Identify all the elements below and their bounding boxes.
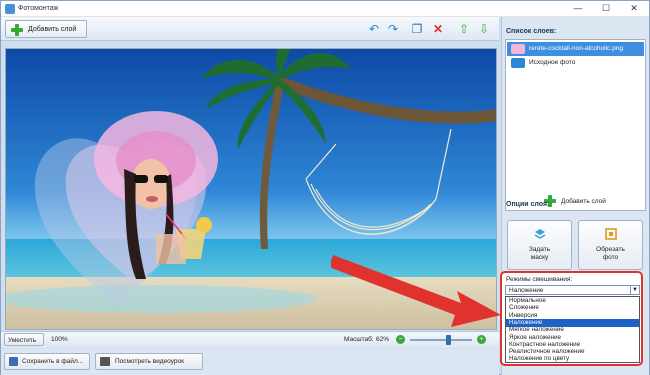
title-bar: Фотомонтаж — ☐ ✕ xyxy=(1,1,649,17)
redo-icon[interactable]: ↷ xyxy=(386,22,400,36)
add-layer-panel-label: Добавить слой xyxy=(561,198,606,205)
move-down-icon[interactable]: ⇩ xyxy=(477,22,491,36)
video-icon xyxy=(100,357,110,366)
app-window: Фотомонтаж — ☐ ✕ Добавить слой ↶ ↷ ❐ ✕ ⇧… xyxy=(0,0,650,375)
layers-list[interactable]: rerete-cocktail-non-alcoholic.png Исходн… xyxy=(505,39,646,211)
zoom-out-icon[interactable]: − xyxy=(396,335,405,344)
chevron-down-icon[interactable]: ▼ xyxy=(630,286,639,294)
options-title: Опции слоя: xyxy=(506,201,550,208)
zoom-slider-track[interactable] xyxy=(410,339,472,341)
bottom-bar: Сохранить в файл... Посмотреть видеоурок xyxy=(1,349,499,375)
scale-value: 62% xyxy=(376,336,390,343)
layer-item-original[interactable]: Исходное фото xyxy=(507,56,644,70)
set-mask-button[interactable]: Задать маску xyxy=(507,220,572,270)
blend-option[interactable]: Наложение по цвету xyxy=(506,355,639,363)
window-title: Фотомонтаж xyxy=(18,5,59,12)
blend-mode-list[interactable]: Нормальное Сложение Инверсия Наложение М… xyxy=(505,296,640,363)
watch-video-button[interactable]: Посмотреть видеоурок xyxy=(95,353,203,370)
add-layer-panel-button[interactable]: Добавить слой xyxy=(544,195,614,209)
app-logo-icon xyxy=(5,4,15,14)
fit-button[interactable]: Уместить xyxy=(4,333,44,346)
add-layer-button[interactable]: Добавить слой xyxy=(5,20,87,38)
copy-icon[interactable]: ❐ xyxy=(410,22,424,36)
add-layer-label: Добавить слой xyxy=(28,26,77,33)
layer-name: rerete-cocktail-non-alcoholic.png xyxy=(529,45,623,52)
mask-label-2: маску xyxy=(530,254,549,261)
mask-icon xyxy=(533,227,547,241)
actual-size-button[interactable]: 100% xyxy=(51,336,68,343)
crop-label-2: фото xyxy=(602,254,619,261)
main-toolbar: Добавить слой ↶ ↷ ❐ ✕ ⇧ ⇩ xyxy=(1,17,499,41)
blend-mode-panel: Режимы смешивания: Наложение ▼ Нормально… xyxy=(500,271,643,366)
crop-photo-button[interactable]: Обрезать фото xyxy=(578,220,643,270)
undo-icon[interactable]: ↶ xyxy=(367,22,381,36)
save-icon xyxy=(9,357,18,366)
plus-icon xyxy=(11,24,23,36)
crop-label-1: Обрезать xyxy=(596,246,625,253)
annotation-arrow xyxy=(331,255,501,327)
crop-icon xyxy=(604,227,618,241)
delete-icon[interactable]: ✕ xyxy=(431,22,445,36)
save-to-file-button[interactable]: Сохранить в файл... xyxy=(4,353,90,370)
maximize-button[interactable]: ☐ xyxy=(592,1,620,16)
layer-name: Исходное фото xyxy=(529,59,576,66)
zoom-slider-thumb[interactable] xyxy=(446,335,452,345)
fit-label: Уместить xyxy=(8,337,37,344)
zoom-in-icon[interactable]: + xyxy=(477,335,486,344)
blend-mode-label: Режимы смешивания: xyxy=(506,276,573,283)
layer-item-cocktail[interactable]: rerete-cocktail-non-alcoholic.png xyxy=(507,42,644,56)
mask-label-1: Задать xyxy=(528,246,551,253)
blend-mode-select[interactable]: Наложение ▼ xyxy=(505,285,640,295)
minimize-button[interactable]: — xyxy=(564,1,592,16)
scale-label: Масштаб: xyxy=(344,336,374,343)
layer-thumbnail xyxy=(511,44,525,54)
layers-title: Список слоев: xyxy=(506,28,557,35)
close-button[interactable]: ✕ xyxy=(620,1,648,16)
blend-mode-value: Наложение xyxy=(509,287,544,294)
layer-thumbnail xyxy=(511,58,525,68)
save-label: Сохранить в файл... xyxy=(22,358,84,365)
move-up-icon[interactable]: ⇧ xyxy=(457,22,471,36)
zoom-bar: Уместить 100% Масштаб: 62% − + xyxy=(1,331,499,348)
video-label: Посмотреть видеоурок xyxy=(115,358,184,365)
